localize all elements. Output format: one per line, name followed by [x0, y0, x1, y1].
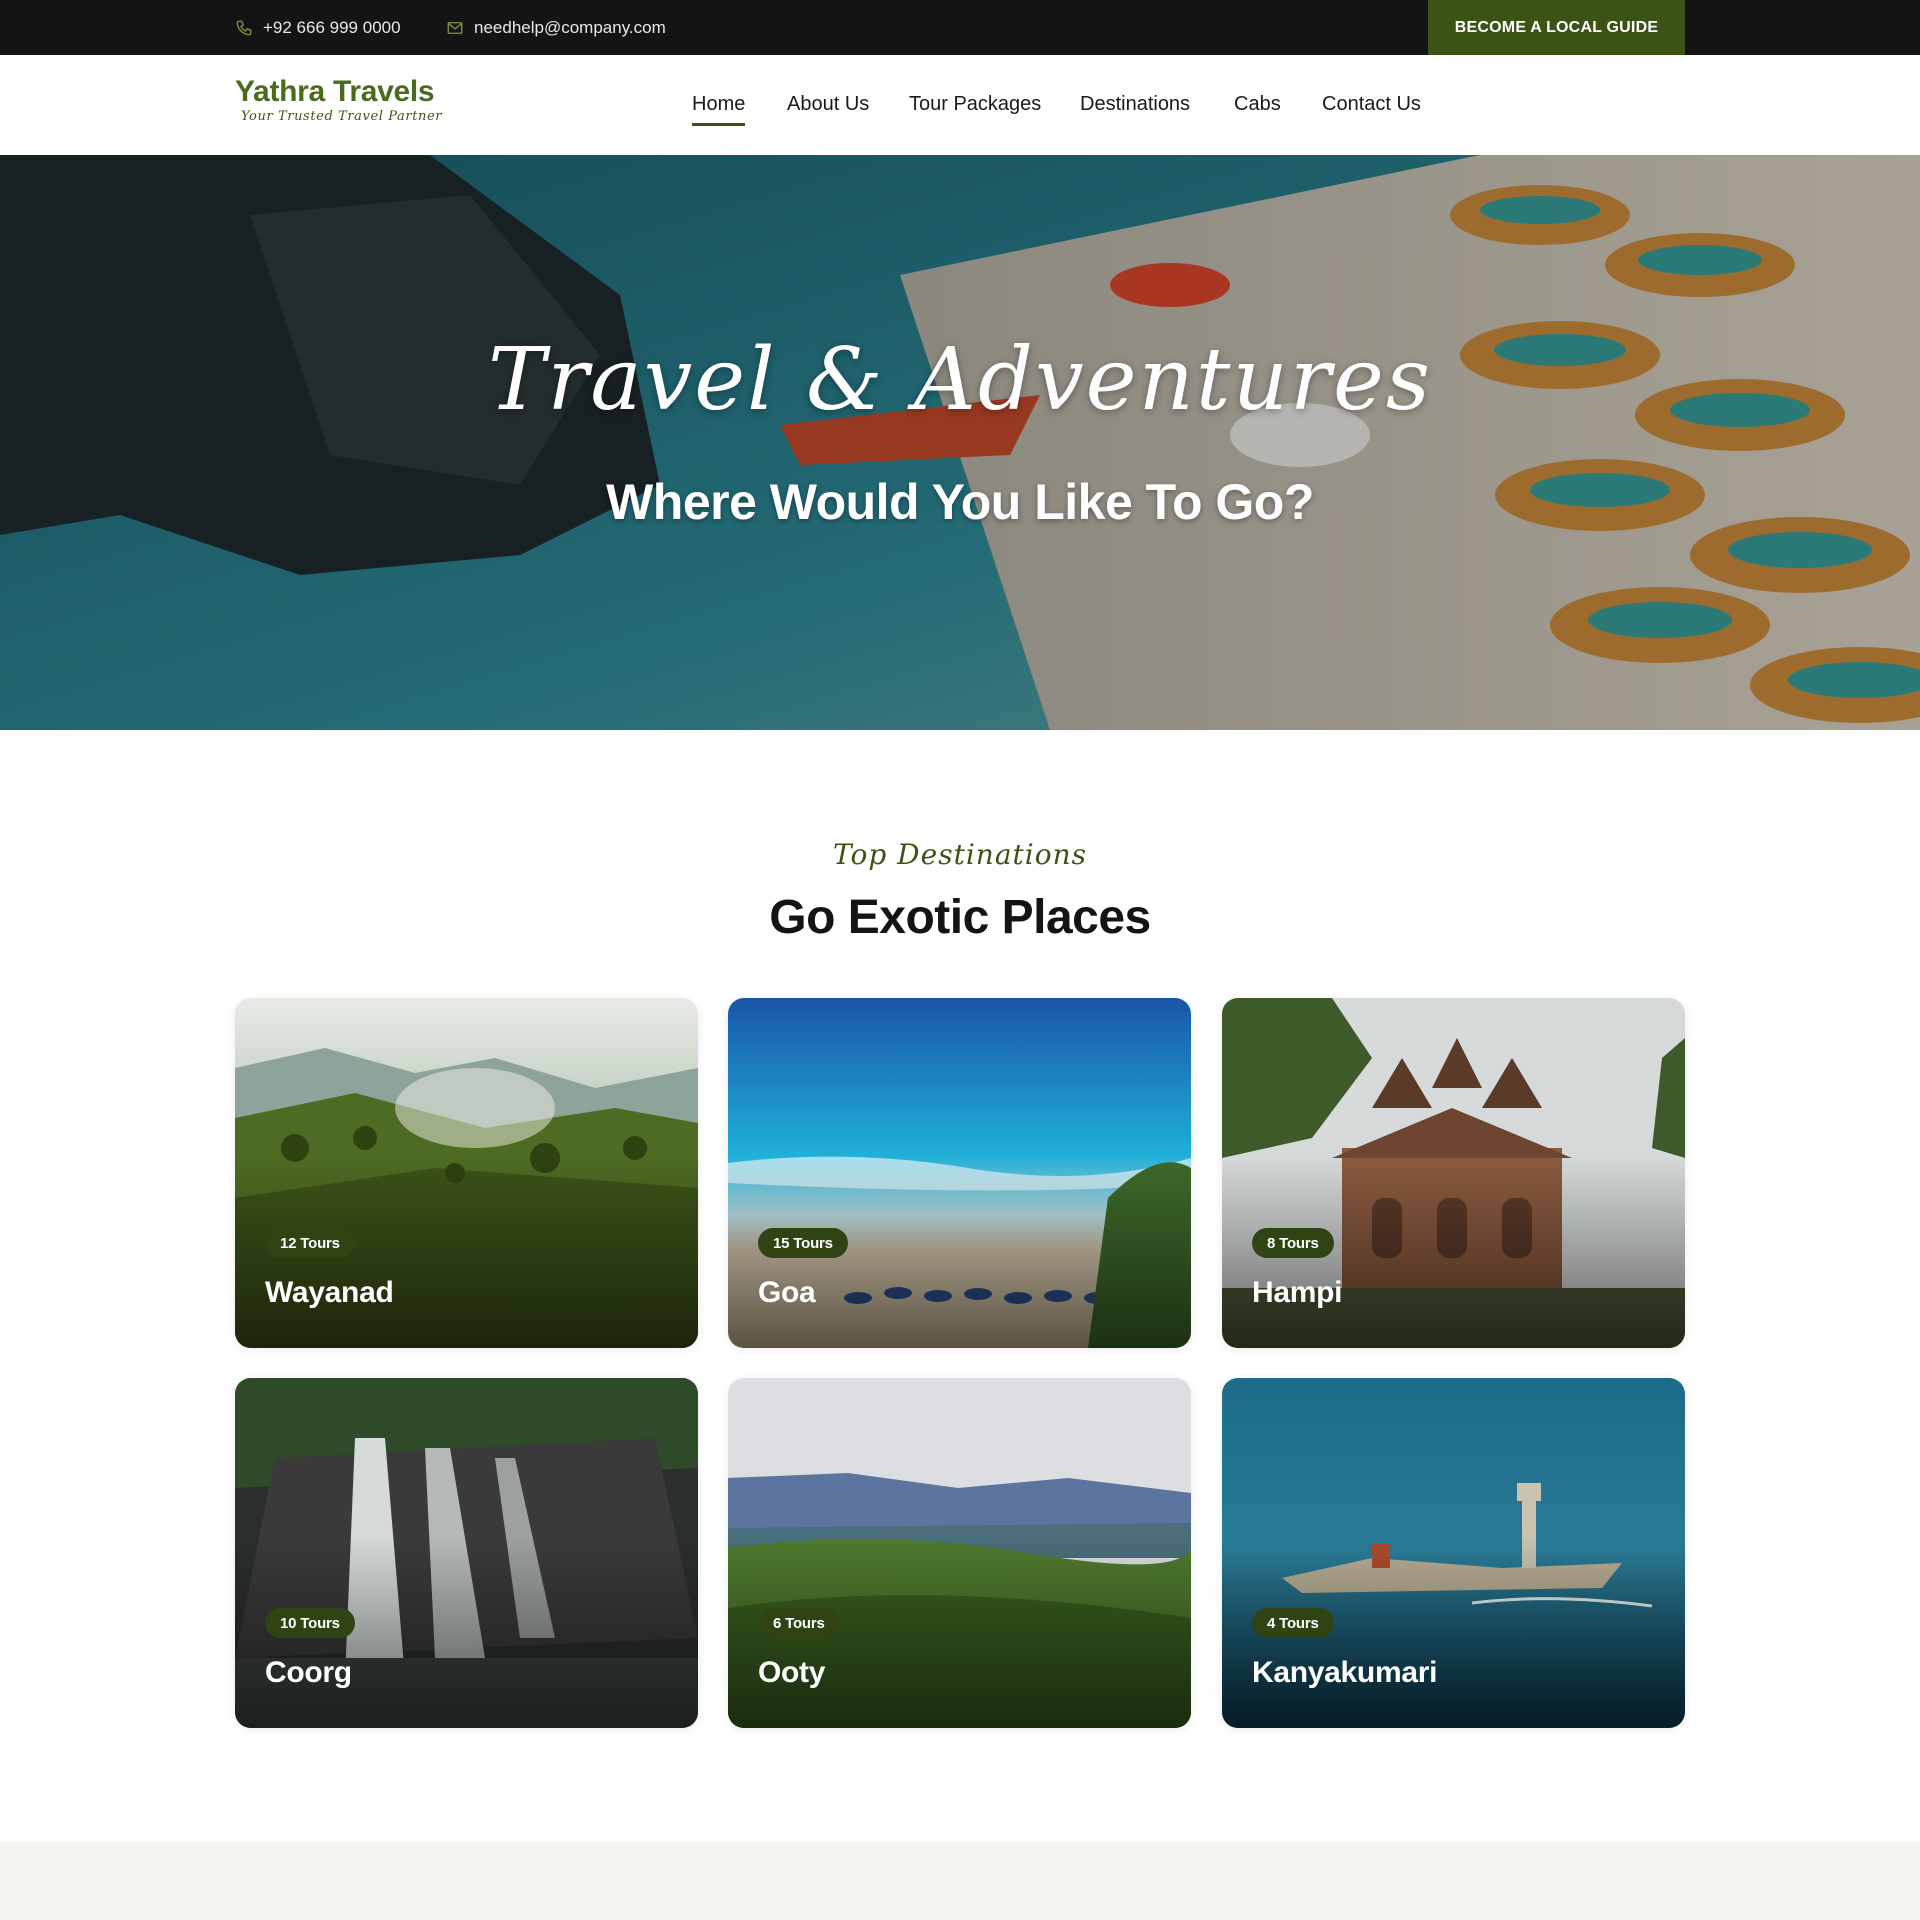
tours-count-badge: 8 Tours [1252, 1228, 1334, 1258]
email-contact[interactable]: needhelp@company.com [446, 0, 666, 55]
destination-card-wayanad[interactable]: 12 Tours Wayanad [235, 998, 698, 1348]
section-title: Go Exotic Places [769, 891, 1151, 944]
tours-count-badge: 4 Tours [1252, 1608, 1334, 1638]
destination-name: Wayanad [265, 1276, 394, 1309]
next-section-band [0, 1842, 1920, 1920]
tours-count-badge: 12 Tours [265, 1228, 355, 1258]
destination-name: Ooty [758, 1656, 826, 1689]
destination-name: Coorg [265, 1656, 352, 1689]
destination-card-coorg[interactable]: 10 Tours Coorg [235, 1378, 698, 1728]
hero-subtitle: Where Would You Like To Go? [606, 474, 1314, 530]
destination-card-ooty[interactable]: 6 Tours Ooty [728, 1378, 1191, 1728]
logo-tagline: Your Trusted Travel Partner [241, 109, 443, 124]
destination-name: Kanyakumari [1252, 1656, 1438, 1689]
hero-banner: Travel & Adventures Where Would You Like… [0, 155, 1920, 730]
destination-card-goa[interactable]: 15 Tours Goa [728, 998, 1191, 1348]
email-address: needhelp@company.com [474, 17, 666, 37]
destination-name: Hampi [1252, 1276, 1343, 1309]
hero-overlay [0, 155, 1920, 730]
main-header: Yathra Travels Your Trusted Travel Partn… [0, 55, 1920, 155]
nav-about-us[interactable]: About Us [787, 93, 869, 116]
tours-count-badge: 10 Tours [265, 1608, 355, 1638]
mail-icon [447, 21, 463, 34]
nav-contact-us[interactable]: Contact Us [1322, 93, 1421, 116]
logo-title: Yathra Travels [235, 75, 435, 108]
tours-count-badge: 15 Tours [758, 1228, 848, 1258]
phone-icon [236, 20, 252, 35]
destination-card-kanyakumari[interactable]: 4 Tours Kanyakumari [1222, 1378, 1685, 1728]
hero-title: Travel & Adventures [487, 330, 1433, 430]
nav-tour-packages[interactable]: Tour Packages [909, 93, 1041, 116]
nav-cabs[interactable]: Cabs [1234, 93, 1281, 116]
nav-home[interactable]: Home [692, 93, 746, 126]
section-eyebrow: Top Destinations [833, 838, 1087, 871]
logo[interactable]: Yathra Travels Your Trusted Travel Partn… [235, 75, 442, 125]
destination-card-hampi[interactable]: 8 Tours Hampi [1222, 998, 1685, 1348]
tours-count-badge: 6 Tours [758, 1608, 840, 1638]
nav-destinations[interactable]: Destinations [1080, 93, 1190, 116]
become-local-guide-button[interactable]: BECOME A LOCAL GUIDE [1428, 0, 1685, 55]
phone-contact[interactable]: +92 666 999 0000 [235, 0, 401, 55]
phone-number: +92 666 999 0000 [263, 17, 401, 37]
top-bar: +92 666 999 0000 needhelp@company.com BE… [0, 0, 1920, 55]
destination-name: Goa [758, 1276, 816, 1309]
